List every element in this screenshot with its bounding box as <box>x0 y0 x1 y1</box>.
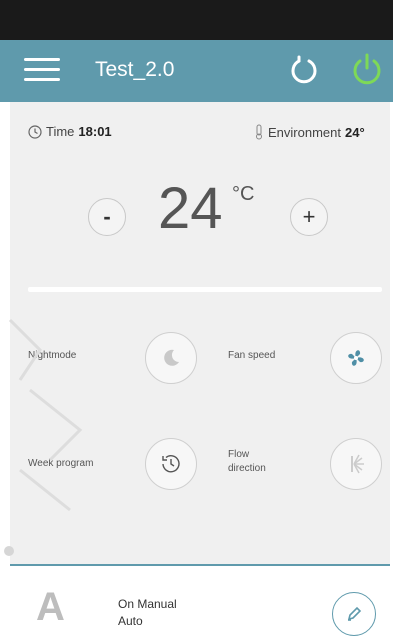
time-label: Time <box>46 124 75 139</box>
mode-line1: On Manual <box>118 597 177 611</box>
status-bar <box>0 0 393 40</box>
flow-direction-label-line1: Flow <box>228 449 250 460</box>
time-display: Time 18:01 <box>28 124 112 139</box>
device-title: Test_2.0 <box>95 58 175 81</box>
fan-speed-button[interactable] <box>330 332 382 384</box>
week-program-label: Week program <box>28 458 94 469</box>
fan-icon <box>348 350 364 366</box>
week-program-button[interactable] <box>145 438 197 490</box>
mode-line2: Auto <box>118 614 143 628</box>
page-indicator-dot <box>4 546 14 556</box>
fan-speed-label: Fan speed <box>228 350 276 361</box>
flow-direction-button[interactable] <box>330 438 382 490</box>
refresh-icon[interactable] <box>288 54 320 86</box>
moon-icon <box>164 349 179 366</box>
flow-direction-label: Flow direction <box>228 448 266 476</box>
power-icon[interactable] <box>350 52 384 86</box>
thermometer-icon <box>256 124 262 140</box>
menu-icon[interactable] <box>24 55 60 85</box>
control-panel <box>10 102 390 566</box>
flow-direction-label-line2: direction <box>228 463 266 474</box>
flow-direction-icon <box>351 454 364 474</box>
divider <box>28 287 382 292</box>
history-clock-icon <box>162 455 180 473</box>
environment-label: Environment <box>268 124 341 140</box>
environment-display: Environment 24° <box>254 124 365 140</box>
edit-button[interactable] <box>332 592 376 636</box>
brand-logo: A <box>36 585 65 629</box>
plus-label: + <box>302 204 316 229</box>
decrease-temp-button[interactable]: - <box>88 198 126 236</box>
minus-label: - <box>103 204 111 229</box>
environment-value: 24° <box>344 124 365 140</box>
temperature-unit: °C <box>232 183 255 205</box>
night-mode-label: Nightmode <box>28 350 77 361</box>
pencil-icon <box>347 606 362 621</box>
increase-temp-button[interactable]: + <box>290 198 328 236</box>
temperature-value: 24 <box>158 176 223 241</box>
time-value: 18:01 <box>78 124 112 139</box>
clock-icon <box>28 124 42 139</box>
night-mode-button[interactable] <box>145 332 197 384</box>
